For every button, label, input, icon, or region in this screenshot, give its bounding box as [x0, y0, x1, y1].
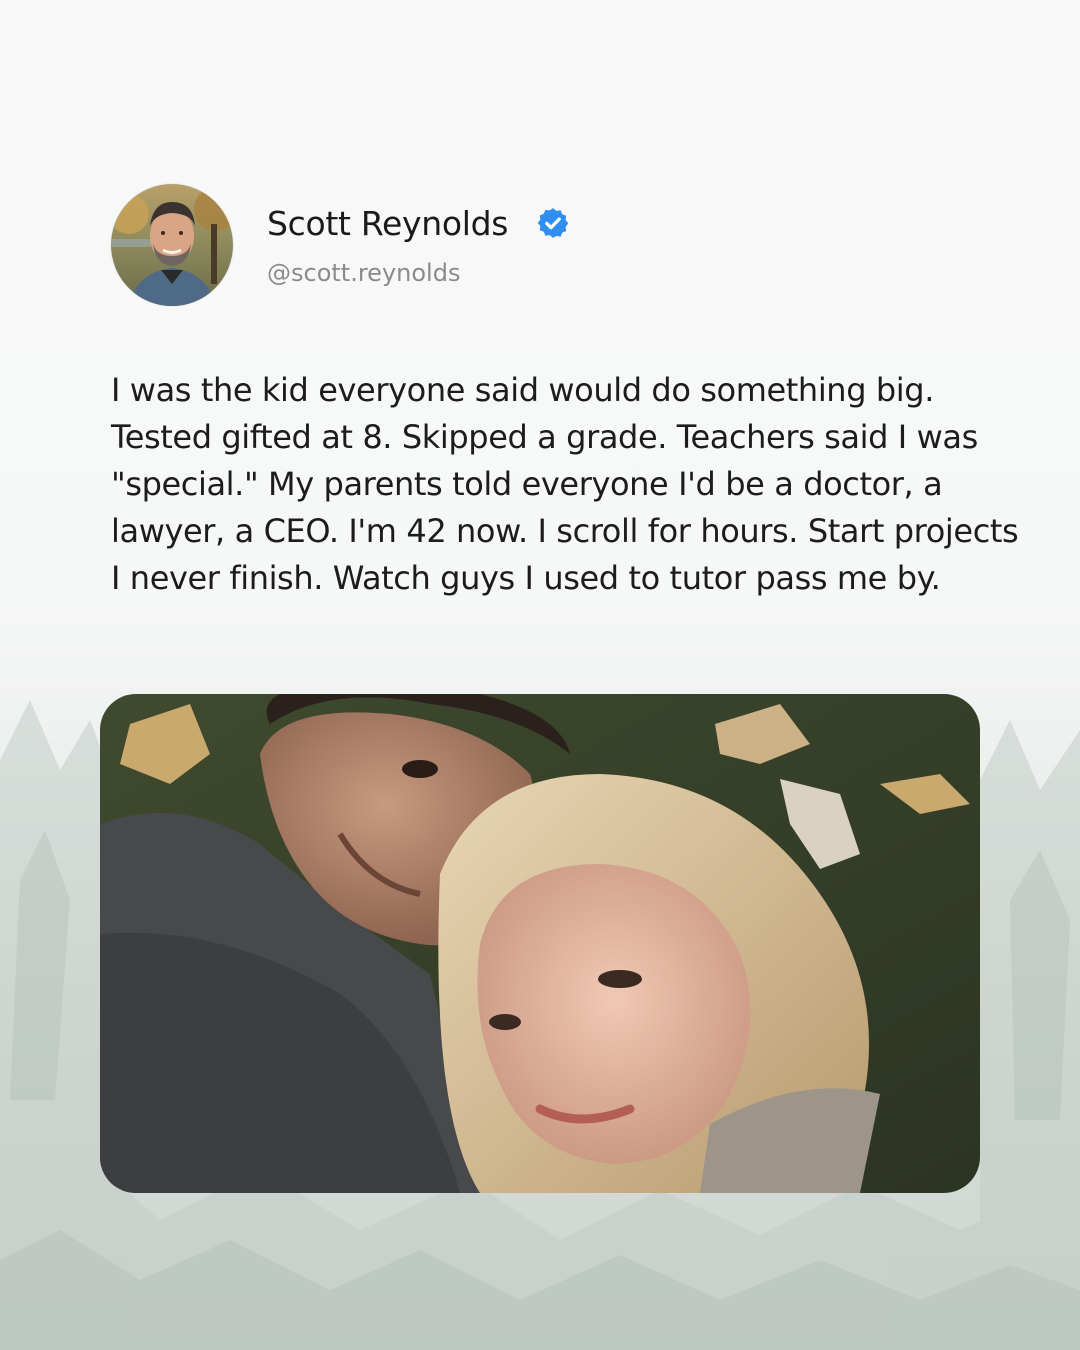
post-body-text: I was the kid everyone said would do som… [111, 371, 1019, 597]
author-display-name[interactable]: Scott Reynolds [267, 202, 508, 246]
author-avatar[interactable] [111, 184, 233, 306]
post-photo[interactable] [100, 694, 980, 1193]
verified-badge-icon [537, 208, 569, 238]
author-handle[interactable]: @scott.reynolds [267, 256, 460, 290]
